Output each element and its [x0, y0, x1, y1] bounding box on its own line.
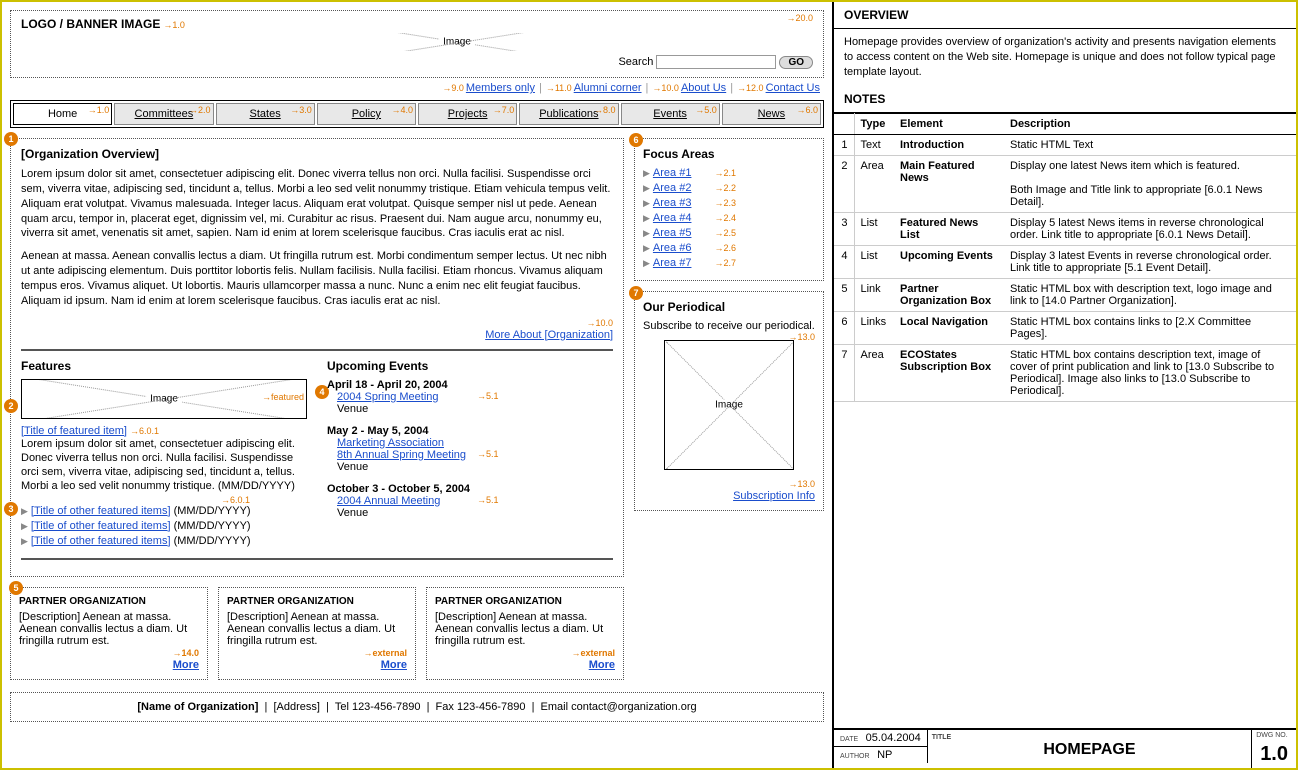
toplink-about-us[interactable]: About Us: [681, 82, 726, 94]
drawing-number: 1.0: [1252, 741, 1296, 768]
focus-area-link[interactable]: Area #5: [653, 227, 692, 239]
periodical-image[interactable]: Image: [664, 340, 794, 470]
triangle-icon: ▶: [21, 506, 28, 516]
triangle-icon: ▶: [643, 243, 650, 253]
table-row: 7AreaECOStates Subscription BoxStatic HT…: [834, 344, 1296, 401]
badge-2: 2: [4, 399, 18, 413]
partner-more-link[interactable]: More: [589, 659, 615, 671]
table-row: 1TextIntroductionStatic HTML Text: [834, 134, 1296, 155]
triangle-icon: ▶: [643, 258, 650, 268]
more-about-link[interactable]: More About [Organization]: [485, 329, 613, 341]
toplink-alumni-corner[interactable]: Alumni corner: [574, 82, 642, 94]
triangle-icon: ▶: [643, 168, 650, 178]
tab-news[interactable]: 6.0News: [722, 103, 821, 125]
partner-box: PARTNER ORGANIZATION [Description] Aenea…: [10, 587, 208, 680]
featured-item-link[interactable]: [Title of other featured items]: [31, 535, 171, 547]
list-item: ▶Area #3 2.3: [643, 197, 815, 209]
list-item: ▶Area #7 2.7: [643, 257, 815, 269]
go-button[interactable]: GO: [779, 56, 813, 69]
footer: [Name of Organization] | [Address] | Tel…: [10, 692, 824, 722]
page-title: HOMEPAGE: [1043, 741, 1135, 758]
featured-item-link[interactable]: [Title of other featured items]: [31, 505, 171, 517]
events-heading: Upcoming Events: [327, 359, 613, 373]
partner-more-link[interactable]: More: [381, 659, 407, 671]
table-row: 2AreaMain Featured NewsDisplay one lates…: [834, 155, 1296, 212]
event-link[interactable]: Marketing Association: [337, 437, 444, 449]
triangle-icon: ▶: [643, 198, 650, 208]
partner-box: PARTNER ORGANIZATION [Description] Aenea…: [426, 587, 624, 680]
focus-area-link[interactable]: Area #3: [653, 197, 692, 209]
focus-areas-box: 6 Focus Areas ▶Area #1 2.1▶Area #2 2.2▶A…: [634, 138, 824, 281]
tab-home[interactable]: 1.0Home: [13, 103, 112, 125]
featured-image[interactable]: Image featured: [21, 379, 307, 419]
partner-more-link[interactable]: More: [173, 659, 199, 671]
overview-box: 1 [Organization Overview] Lorem ipsum do…: [10, 138, 624, 577]
event-link[interactable]: 8th Annual Spring Meeting: [337, 449, 466, 461]
title-block: DATE 05.04.2004 AUTHOR NP TITLE HOMEPAGE…: [834, 728, 1296, 768]
event-item: May 2 - May 5, 2004Marketing Association…: [327, 425, 613, 473]
list-item: ▶[Title of other featured items] (MM/DD/…: [21, 505, 307, 517]
badge-5: 5: [9, 581, 23, 595]
featured-item-link[interactable]: [Title of other featured items]: [31, 520, 171, 532]
list-item: ▶Area #5 2.5: [643, 227, 815, 239]
badge-7: 7: [629, 286, 643, 300]
banner-title: LOGO / BANNER IMAGE: [21, 17, 160, 31]
table-row: 3ListFeatured News ListDisplay 5 latest …: [834, 212, 1296, 245]
sb-notes-heading: NOTES: [834, 86, 1296, 113]
overview-heading: [Organization Overview]: [21, 147, 613, 161]
tab-projects[interactable]: 7.0Projects: [418, 103, 517, 125]
triangle-icon: ▶: [643, 183, 650, 193]
event-link[interactable]: 2004 Annual Meeting: [337, 495, 440, 507]
list-item: ▶[Title of other featured items] (MM/DD/…: [21, 520, 307, 532]
focus-area-link[interactable]: Area #7: [653, 257, 692, 269]
event-link[interactable]: 2004 Spring Meeting: [337, 391, 439, 403]
focus-heading: Focus Areas: [643, 147, 815, 161]
tab-states[interactable]: 3.0States: [216, 103, 315, 125]
main-nav: 1.0Home2.0Committees3.0States4.0Policy7.…: [10, 100, 824, 128]
notes-sidebar: OVERVIEW Homepage provides overview of o…: [832, 2, 1296, 768]
tab-committees[interactable]: 2.0Committees: [114, 103, 213, 125]
badge-1: 1: [4, 132, 18, 146]
periodical-heading: Our Periodical: [643, 300, 815, 314]
focus-area-link[interactable]: Area #4: [653, 212, 692, 224]
list-item: ▶Area #2 2.2: [643, 182, 815, 194]
focus-area-link[interactable]: Area #1: [653, 167, 692, 179]
table-row: 5LinkPartner Organization BoxStatic HTML…: [834, 278, 1296, 311]
featured-title-link[interactable]: [Title of featured item]: [21, 425, 127, 437]
list-item: ▶Area #4 2.4: [643, 212, 815, 224]
triangle-icon: ▶: [643, 213, 650, 223]
tab-events[interactable]: 5.0Events: [621, 103, 720, 125]
event-item: April 18 - April 20, 20042004 Spring Mee…: [327, 379, 613, 415]
partner-box: PARTNER ORGANIZATION [Description] Aenea…: [218, 587, 416, 680]
toplink-members-only[interactable]: Members only: [466, 82, 535, 94]
notes-table: Type Element Description 1TextIntroducti…: [834, 113, 1296, 402]
banner: LOGO / BANNER IMAGE 1.0 Image 20.0 Searc…: [10, 10, 824, 78]
list-item: ▶Area #1 2.1: [643, 167, 815, 179]
badge-6: 6: [629, 133, 643, 147]
partners-row: 5 PARTNER ORGANIZATION [Description] Aen…: [10, 587, 624, 680]
sb-overview-heading: OVERVIEW: [834, 2, 1296, 29]
focus-area-link[interactable]: Area #6: [653, 242, 692, 254]
triangle-icon: ▶: [21, 536, 28, 546]
tab-policy[interactable]: 4.0Policy: [317, 103, 416, 125]
triangle-icon: ▶: [21, 521, 28, 531]
image-placeholder-label: Image: [439, 37, 475, 48]
top-links: 9.0Members only|11.0Alumni corner|10.0Ab…: [10, 82, 820, 94]
periodical-box: 7 Our Periodical Subscribe to receive ou…: [634, 291, 824, 511]
focus-area-link[interactable]: Area #2: [653, 182, 692, 194]
tab-publications[interactable]: 8.0Publications: [519, 103, 618, 125]
subscription-link[interactable]: Subscription Info: [733, 490, 815, 502]
search-label: Search: [618, 56, 653, 68]
badge-3: 3: [4, 502, 18, 516]
list-item: ▶Area #6 2.6: [643, 242, 815, 254]
toplink-contact-us[interactable]: Contact Us: [766, 82, 820, 94]
table-row: 6LinksLocal NavigationStatic HTML box co…: [834, 311, 1296, 344]
event-item: October 3 - October 5, 20042004 Annual M…: [327, 483, 613, 519]
table-row: 4ListUpcoming EventsDisplay 3 latest Eve…: [834, 245, 1296, 278]
list-item: ▶[Title of other featured items] (MM/DD/…: [21, 535, 307, 547]
features-heading: Features: [21, 359, 307, 373]
triangle-icon: ▶: [643, 228, 650, 238]
search-input[interactable]: [656, 55, 776, 69]
